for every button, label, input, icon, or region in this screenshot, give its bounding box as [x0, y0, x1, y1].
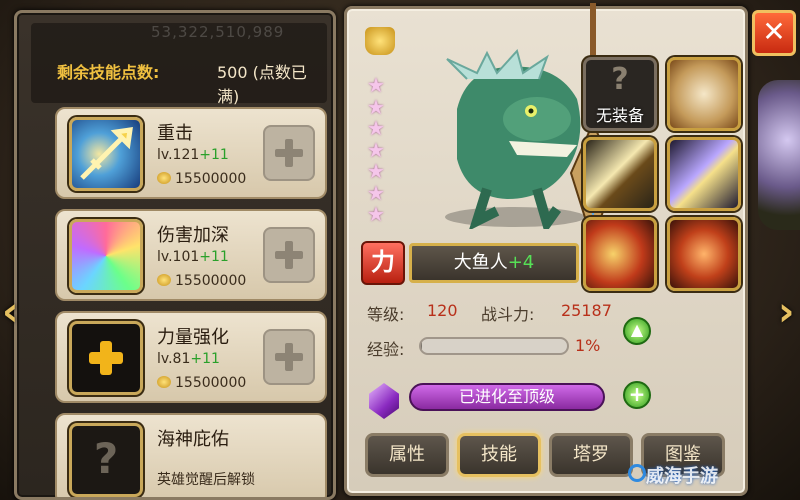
star-icon: ★: [367, 94, 385, 119]
coin-icon: [157, 274, 171, 286]
no-equipment-label: 无装备: [595, 106, 644, 125]
dagger-icon[interactable]: [667, 137, 741, 211]
star-icon: ★: [367, 159, 385, 183]
star-icon: ★: [367, 180, 385, 205]
upgrade-skill-button[interactable]: [263, 125, 315, 181]
coin-icon: [157, 376, 171, 388]
close-button[interactable]: ✕: [752, 10, 796, 56]
question-icon: ?: [611, 62, 629, 97]
strength-attribute-badge: 力: [361, 241, 405, 285]
hero-name-plate: 大鱼人+4: [409, 243, 579, 283]
coin-icon: [157, 172, 171, 184]
skill-name: 力量强化: [157, 327, 229, 348]
purple-gem-icon: [369, 383, 399, 419]
skill-cost: 15500000: [157, 375, 246, 391]
skill-card-heavy-strike[interactable]: 重击 lv.121+11 15500000: [55, 107, 327, 199]
next-hero-preview[interactable]: [758, 80, 800, 230]
upgrade-arrow-button[interactable]: ▲: [623, 317, 651, 345]
burst-icon: [69, 219, 143, 293]
mask-icon[interactable]: [667, 217, 741, 291]
exp-percent: 1%: [575, 336, 601, 355]
hero-name: 大鱼人: [453, 252, 508, 273]
tab-tarot[interactable]: 塔罗: [549, 433, 633, 477]
star-icon: ★: [367, 73, 385, 97]
skill-points-label: 剩余技能点数:: [57, 63, 160, 82]
tab-attributes[interactable]: 属性: [365, 433, 449, 477]
sword-icon[interactable]: [583, 137, 657, 211]
skill-level: lv.101+11: [157, 249, 229, 265]
faded-currency-text: 53,322,510,989: [151, 23, 285, 41]
star-icon: ★: [367, 202, 385, 226]
question-icon: ?: [69, 423, 143, 497]
hero-panel: ★ ★ ★ ★ ★ ★ ★ ? 无装备 力 大鱼人+4 等级: 120 战斗力: 25187…: [344, 3, 748, 496]
skill-level: lv.121+11: [157, 147, 229, 163]
axe-icon[interactable]: [583, 217, 657, 291]
exp-bar: [419, 337, 569, 355]
tab-skills[interactable]: 技能: [457, 433, 541, 477]
power-label: 战斗力:: [481, 305, 535, 324]
skill-card-damage-amplify[interactable]: 伤害加深 lv.101+11 15500000: [55, 209, 327, 301]
evolution-status-bar: 已进化至顶级: [409, 383, 605, 411]
level-label: 等级:: [367, 305, 405, 324]
skill-locked-text: 英雄觉醒后解锁: [157, 472, 255, 488]
armor-rank-icon: [365, 27, 395, 55]
equipment-slot-empty[interactable]: ? 无装备: [583, 57, 657, 131]
exp-label: 经验:: [367, 340, 405, 359]
star-rating: ★ ★ ★ ★ ★ ★ ★: [367, 73, 385, 226]
armor-icon[interactable]: [667, 57, 741, 131]
hero-name-bonus: +4: [507, 252, 535, 273]
skill-cost: 15500000: [157, 273, 246, 289]
skill-points-value: 500 (点数已满): [217, 63, 307, 106]
left-arrow-button[interactable]: ‹: [2, 292, 22, 332]
star-icon: ★: [367, 137, 385, 162]
watermark-logo-icon: [628, 464, 646, 482]
skill-name: 海神庇佑: [157, 429, 229, 450]
skill-points-header: 53,322,510,989 剩余技能点数: 500 (点数已满): [31, 23, 327, 106]
star-icon: ★: [367, 116, 385, 140]
skill-cost: 15500000: [157, 171, 246, 187]
add-button[interactable]: +: [623, 381, 651, 409]
skill-name: 重击: [157, 123, 193, 144]
skill-panel: 53,322,510,989 剩余技能点数: 500 (点数已满) 重击 lv.…: [14, 10, 336, 500]
upgrade-skill-button[interactable]: [263, 227, 315, 283]
cross-icon: [69, 321, 143, 395]
right-arrow-button[interactable]: ›: [778, 292, 798, 332]
skill-name: 伤害加深: [157, 225, 229, 246]
power-value: 25187: [561, 301, 612, 320]
watermark-text: 威海手游: [646, 466, 718, 487]
skill-card-strength-boost[interactable]: 力量强化 lv.81+11 15500000: [55, 311, 327, 403]
skill-card-sea-god-blessing[interactable]: ? 海神庇佑 英雄觉醒后解锁: [55, 413, 327, 497]
level-value: 120: [427, 301, 458, 320]
upgrade-skill-button[interactable]: [263, 329, 315, 385]
exp-bar-fill: [421, 339, 423, 353]
spear-icon: [69, 117, 143, 191]
skill-level: lv.81+11: [157, 351, 220, 367]
